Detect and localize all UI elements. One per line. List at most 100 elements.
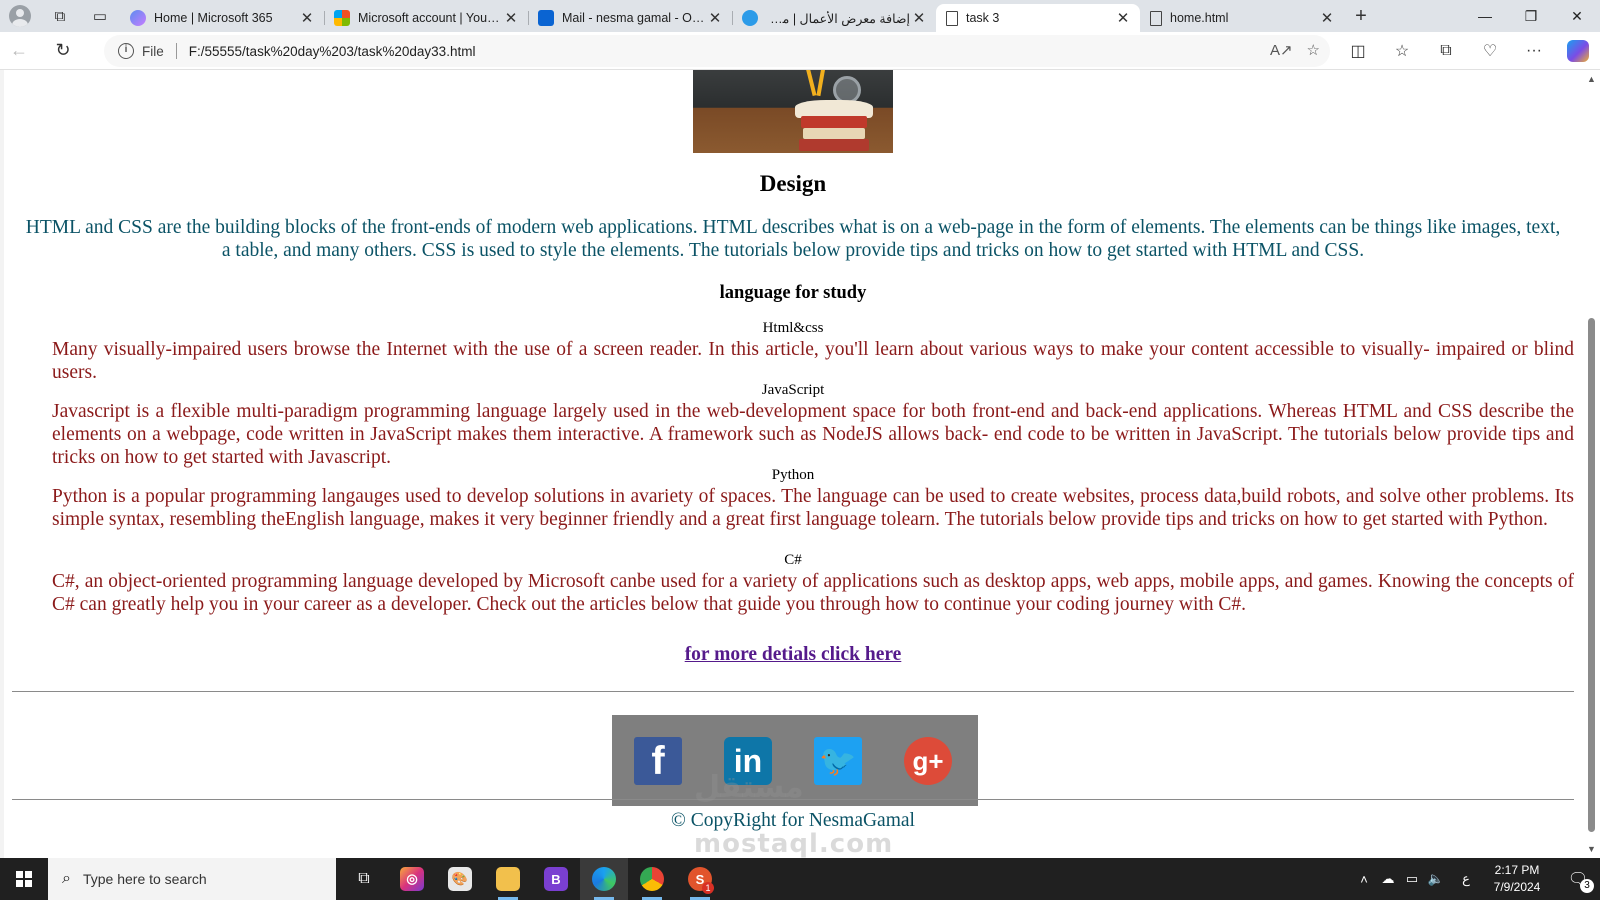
scroll-down-icon[interactable]: ▼ — [1587, 844, 1596, 854]
restore-button[interactable]: ❐ — [1508, 0, 1554, 32]
start-button[interactable] — [0, 858, 48, 900]
notification-center-button[interactable]: 🗨 3 — [1556, 869, 1600, 893]
back-button[interactable]: ← — [0, 34, 38, 68]
tab-microsoft365[interactable]: Home | Microsoft 365 ✕ — [120, 4, 324, 32]
split-screen-button[interactable]: ◫ — [1336, 34, 1380, 68]
address-bar[interactable]: i File F:/55555/task%20day%203/task%20da… — [104, 35, 1330, 67]
refresh-button[interactable]: ↻ — [44, 34, 82, 68]
page-heading: Design — [759, 171, 827, 196]
hero-image-books — [693, 70, 893, 153]
language-description: C#, an object-oriented programming langu… — [52, 571, 1574, 615]
section-title: language for study — [719, 283, 867, 303]
browser-essentials-button[interactable]: ♡ — [1468, 34, 1512, 68]
minimize-button[interactable]: — — [1462, 0, 1508, 32]
page-scrollbar[interactable]: ▲ ▼ — [1582, 70, 1600, 858]
task-view-icon: ⧉ — [358, 870, 370, 887]
taskbar-chrome[interactable] — [628, 858, 676, 900]
show-hidden-icons-icon[interactable]: ˄ — [1352, 872, 1376, 887]
close-tab-icon[interactable]: ✕ — [502, 9, 520, 27]
paint-palette-icon: 🎨 — [448, 867, 472, 891]
clock-time: 2:17 PM — [1494, 863, 1540, 877]
read-aloud-icon[interactable]: A↗ — [1270, 41, 1293, 59]
twitter-icon[interactable]: 🐦 — [814, 737, 862, 785]
tab-actions-icon: ▭ — [92, 8, 108, 25]
heart-pulse-icon: ♡ — [1482, 43, 1498, 60]
language-description: Javascript is a flexible multi-paradigm … — [52, 401, 1574, 468]
chrome-icon — [640, 867, 664, 891]
tab-actions-button[interactable]: ▭ — [80, 0, 120, 32]
address-url[interactable]: F:/55555/task%20day%203/task%20day33.htm… — [189, 44, 476, 59]
tab-strip: ⧉ ▭ Home | Microsoft 365 ✕ Microsoft acc… — [0, 0, 1600, 32]
address-divider — [175, 43, 177, 59]
close-tab-icon[interactable]: ✕ — [706, 9, 724, 27]
language-name: Html&css — [762, 320, 824, 336]
taskbar-edge[interactable] — [580, 858, 628, 900]
facebook-icon[interactable]: f — [634, 737, 682, 785]
folder-icon — [496, 867, 520, 891]
tab-outlook[interactable]: Mail - nesma gamal - Outlo ✕ — [528, 4, 732, 32]
instagram-icon: ◎ — [400, 867, 424, 891]
notification-count-badge: 3 — [1580, 879, 1594, 893]
tab-task3[interactable]: task 3 ✕ — [936, 4, 1140, 32]
close-window-button[interactable]: ✕ — [1554, 0, 1600, 32]
tab-mostaql[interactable]: إضافة معرض الأعمال | مستق ✕ — [732, 4, 936, 32]
workspaces-button[interactable]: ⧉ — [40, 0, 80, 32]
language-name: Python — [771, 467, 815, 483]
profile-button[interactable] — [0, 0, 40, 32]
browser-toolbar: ← ↻ i File F:/55555/task%20day%203/task%… — [0, 32, 1600, 70]
new-tab-button[interactable]: + — [1344, 5, 1378, 28]
tab-title: Microsoft account | Your pr — [358, 11, 502, 25]
input-language-indicator[interactable]: ع — [1454, 871, 1478, 887]
close-tab-icon[interactable]: ✕ — [1114, 9, 1132, 27]
close-tab-icon[interactable]: ✕ — [910, 9, 928, 27]
taskbar-paint[interactable]: 🎨 — [436, 858, 484, 900]
network-icon[interactable]: ▭ — [1400, 871, 1424, 887]
tab-microsoft-account[interactable]: Microsoft account | Your pr ✕ — [324, 4, 528, 32]
task-view-button[interactable]: ⧉ — [340, 858, 388, 900]
close-tab-icon[interactable]: ✕ — [1318, 9, 1336, 27]
clock-date: 7/9/2024 — [1493, 880, 1541, 894]
mostaql-icon — [742, 10, 758, 26]
tab-title: home.html — [1170, 11, 1229, 25]
watermark-latin: mostaql.com — [694, 829, 894, 858]
windows-taskbar: ⌕ Type here to search ⧉ ◎ 🎨 B S 1 ˄ ☁ ▭ … — [0, 858, 1600, 900]
page-icon — [1150, 10, 1162, 26]
close-tab-icon[interactable]: ✕ — [298, 9, 316, 27]
copilot-icon — [1567, 40, 1589, 62]
settings-more-button[interactable]: ··· — [1512, 34, 1556, 68]
site-info-icon[interactable]: i — [118, 43, 134, 59]
copilot-button[interactable] — [1556, 34, 1600, 68]
collections-button[interactable]: ⧉ — [1424, 34, 1468, 68]
favorites-button[interactable]: ☆ — [1380, 34, 1424, 68]
tab-home-html[interactable]: home.html ✕ — [1140, 4, 1344, 32]
outlook-icon — [538, 10, 554, 26]
horizontal-rule — [12, 799, 1574, 800]
more-details-link[interactable]: for more detials click here — [4, 644, 1582, 666]
scroll-up-icon[interactable]: ▲ — [1587, 74, 1596, 84]
refresh-icon: ↻ — [55, 40, 71, 60]
workspaces-icon: ⧉ — [54, 7, 66, 25]
taskbar-search-box[interactable]: ⌕ Type here to search — [48, 858, 336, 900]
split-screen-icon: ◫ — [1350, 43, 1366, 60]
page-icon — [946, 10, 958, 26]
taskbar-skype[interactable]: S 1 — [676, 858, 724, 900]
language-name: C# — [784, 552, 802, 568]
tab-title: إضافة معرض الأعمال | مستق — [766, 11, 910, 26]
window-controls: — ❐ ✕ — [1462, 0, 1600, 32]
taskbar-bootstrap-studio[interactable]: B — [532, 858, 580, 900]
edge-icon — [592, 867, 616, 891]
linkedin-icon[interactable]: in — [724, 737, 772, 785]
search-placeholder: Type here to search — [82, 871, 207, 887]
onedrive-cloud-icon[interactable]: ☁ — [1376, 871, 1400, 887]
favorite-star-icon[interactable]: ☆ — [1307, 41, 1320, 59]
taskbar-instagram[interactable]: ◎ — [388, 858, 436, 900]
address-scheme-label: File — [142, 43, 164, 59]
back-arrow-icon: ← — [10, 40, 28, 60]
google-plus-icon[interactable]: g+ — [904, 737, 952, 785]
taskbar-file-explorer[interactable] — [484, 858, 532, 900]
intro-paragraph: HTML and CSS are the building blocks of … — [25, 217, 1561, 261]
volume-icon[interactable]: 🔈 — [1424, 871, 1448, 887]
taskbar-clock[interactable]: 2:17 PM 7/9/2024 — [1478, 862, 1556, 896]
scrollbar-thumb[interactable] — [1588, 318, 1595, 832]
bootstrap-icon: B — [544, 867, 568, 891]
